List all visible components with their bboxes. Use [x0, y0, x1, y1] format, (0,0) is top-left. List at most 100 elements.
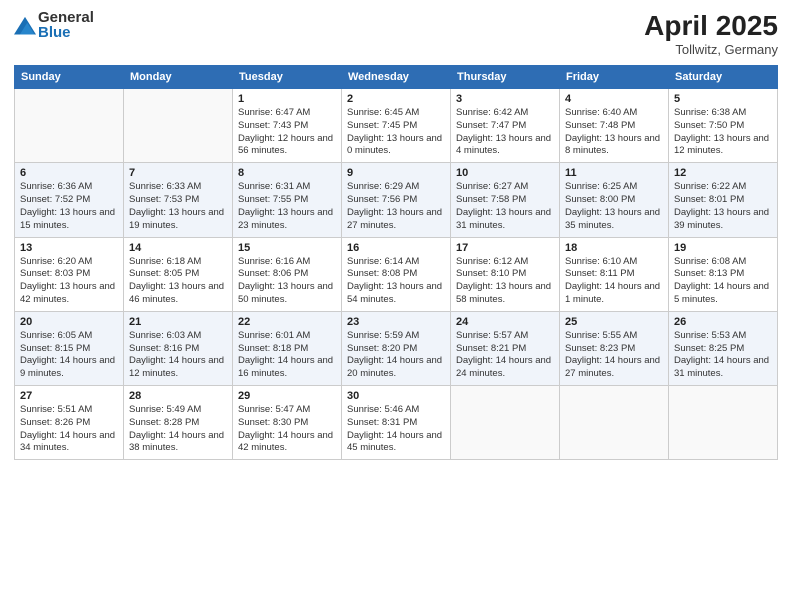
calendar-cell: 7Sunrise: 6:33 AM Sunset: 7:53 PM Daylig… — [124, 163, 233, 237]
col-monday: Monday — [124, 66, 233, 89]
col-wednesday: Wednesday — [342, 66, 451, 89]
day-number: 10 — [456, 167, 554, 179]
day-number: 24 — [456, 316, 554, 328]
col-tuesday: Tuesday — [233, 66, 342, 89]
day-number: 23 — [347, 316, 445, 328]
calendar-cell: 30 Sunrise: 5:46 AM Sunset: 8:31 PM Dayli… — [342, 386, 451, 460]
day-info: Sunrise: 5:51 AM Sunset: 8:26 PM Dayligh… — [20, 404, 118, 455]
calendar-cell: 15 Sunrise: 6:16 AM Sunset: 8:06 PM Dayli… — [233, 237, 342, 311]
day-number: 5 — [674, 93, 772, 105]
calendar-cell: 23 Sunrise: 5:59 AM Sunset: 8:20 PM Dayli… — [342, 311, 451, 385]
day-info: Sunrise: 5:55 AM Sunset: 8:23 PM Dayligh… — [565, 330, 663, 381]
calendar-cell: 26 Sunrise: 5:53 AM Sunset: 8:25 PM Dayli… — [669, 311, 778, 385]
calendar-cell: 19 Sunrise: 6:08 AM Sunset: 8:13 PM Dayli… — [669, 237, 778, 311]
col-friday: Friday — [560, 66, 669, 89]
day-number: 26 — [674, 316, 772, 328]
day-info: Sunrise: 6:42 AM Sunset: 7:47 PM Dayligh… — [456, 107, 554, 158]
calendar-cell: 1Sunrise: 6:47 AM Sunset: 7:43 PM Daylig… — [233, 89, 342, 163]
calendar-cell: 3 Sunrise: 6:42 AM Sunset: 7:47 PM Daylig… — [451, 89, 560, 163]
week-row-4: 20 Sunrise: 6:05 AM Sunset: 8:15 PM Dayli… — [15, 311, 778, 385]
calendar-cell: 27 Sunrise: 5:51 AM Sunset: 8:26 PM Dayli… — [15, 386, 124, 460]
calendar-cell — [15, 89, 124, 163]
day-number: 13 — [20, 242, 118, 254]
day-number: 2 — [347, 93, 445, 105]
day-info: Sunrise: 6:27 AM Sunset: 7:58 PM Dayligh… — [456, 181, 554, 232]
day-number: 16 — [347, 242, 445, 254]
day-number: 21 — [129, 316, 227, 328]
day-info: Sunrise: 6:25 AM Sunset: 8:00 PM Dayligh… — [565, 181, 663, 232]
day-info: Sunrise: 6:31 AM Sunset: 7:55 PM Dayligh… — [238, 181, 336, 232]
week-row-2: 6 Sunrise: 6:36 AM Sunset: 7:52 PM Daylig… — [15, 163, 778, 237]
logo-blue: Blue — [38, 25, 94, 40]
day-number: 9 — [347, 167, 445, 179]
day-number: 7 — [129, 167, 227, 179]
day-info: Sunrise: 6:20 AM Sunset: 8:03 PM Dayligh… — [20, 256, 118, 307]
calendar-cell: 25 Sunrise: 5:55 AM Sunset: 8:23 PM Dayli… — [560, 311, 669, 385]
calendar-cell: 22Sunrise: 6:01 AM Sunset: 8:18 PM Dayli… — [233, 311, 342, 385]
calendar-cell — [560, 386, 669, 460]
calendar-cell: 17 Sunrise: 6:12 AM Sunset: 8:10 PM Dayli… — [451, 237, 560, 311]
day-info: Sunrise: 6:16 AM Sunset: 8:06 PM Dayligh… — [238, 256, 336, 307]
calendar-cell: 20 Sunrise: 6:05 AM Sunset: 8:15 PM Dayli… — [15, 311, 124, 385]
calendar-table: Sunday Monday Tuesday Wednesday Thursday… — [14, 65, 778, 460]
day-number: 15 — [238, 242, 336, 254]
col-thursday: Thursday — [451, 66, 560, 89]
calendar-cell: 18Sunrise: 6:10 AM Sunset: 8:11 PM Dayli… — [560, 237, 669, 311]
col-sunday: Sunday — [15, 66, 124, 89]
week-row-1: 1Sunrise: 6:47 AM Sunset: 7:43 PM Daylig… — [15, 89, 778, 163]
day-info: Sunrise: 6:18 AM Sunset: 8:05 PM Dayligh… — [129, 256, 227, 307]
page: General Blue April 2025 Tollwitz, German… — [0, 0, 792, 612]
calendar-cell: 28Sunrise: 5:49 AM Sunset: 8:28 PM Dayli… — [124, 386, 233, 460]
calendar-cell — [451, 386, 560, 460]
header-row: Sunday Monday Tuesday Wednesday Thursday… — [15, 66, 778, 89]
day-number: 8 — [238, 167, 336, 179]
day-number: 4 — [565, 93, 663, 105]
day-number: 11 — [565, 167, 663, 179]
day-info: Sunrise: 6:47 AM Sunset: 7:43 PM Dayligh… — [238, 107, 336, 158]
day-number: 18 — [565, 242, 663, 254]
day-number: 6 — [20, 167, 118, 179]
day-number: 12 — [674, 167, 772, 179]
calendar-cell: 8 Sunrise: 6:31 AM Sunset: 7:55 PM Daylig… — [233, 163, 342, 237]
calendar-cell: 24Sunrise: 5:57 AM Sunset: 8:21 PM Dayli… — [451, 311, 560, 385]
day-info: Sunrise: 5:59 AM Sunset: 8:20 PM Dayligh… — [347, 330, 445, 381]
day-info: Sunrise: 6:14 AM Sunset: 8:08 PM Dayligh… — [347, 256, 445, 307]
calendar-cell: 4 Sunrise: 6:40 AM Sunset: 7:48 PM Daylig… — [560, 89, 669, 163]
day-info: Sunrise: 6:22 AM Sunset: 8:01 PM Dayligh… — [674, 181, 772, 232]
day-number: 20 — [20, 316, 118, 328]
calendar-cell — [669, 386, 778, 460]
calendar-cell: 2Sunrise: 6:45 AM Sunset: 7:45 PM Daylig… — [342, 89, 451, 163]
day-number: 25 — [565, 316, 663, 328]
logo-icon — [14, 14, 36, 36]
day-info: Sunrise: 6:36 AM Sunset: 7:52 PM Dayligh… — [20, 181, 118, 232]
day-info: Sunrise: 6:05 AM Sunset: 8:15 PM Dayligh… — [20, 330, 118, 381]
day-info: Sunrise: 6:29 AM Sunset: 7:56 PM Dayligh… — [347, 181, 445, 232]
calendar-cell: 13 Sunrise: 6:20 AM Sunset: 8:03 PM Dayli… — [15, 237, 124, 311]
day-number: 3 — [456, 93, 554, 105]
logo-text: General Blue — [38, 10, 94, 40]
calendar-cell: 10 Sunrise: 6:27 AM Sunset: 7:58 PM Dayli… — [451, 163, 560, 237]
day-info: Sunrise: 6:03 AM Sunset: 8:16 PM Dayligh… — [129, 330, 227, 381]
day-info: Sunrise: 6:38 AM Sunset: 7:50 PM Dayligh… — [674, 107, 772, 158]
col-saturday: Saturday — [669, 66, 778, 89]
day-number: 19 — [674, 242, 772, 254]
day-info: Sunrise: 5:46 AM Sunset: 8:31 PM Dayligh… — [347, 404, 445, 455]
calendar-cell: 11 Sunrise: 6:25 AM Sunset: 8:00 PM Dayli… — [560, 163, 669, 237]
calendar-cell: 5 Sunrise: 6:38 AM Sunset: 7:50 PM Daylig… — [669, 89, 778, 163]
week-row-3: 13 Sunrise: 6:20 AM Sunset: 8:03 PM Dayli… — [15, 237, 778, 311]
day-info: Sunrise: 5:47 AM Sunset: 8:30 PM Dayligh… — [238, 404, 336, 455]
logo: General Blue — [14, 10, 94, 40]
day-info: Sunrise: 6:08 AM Sunset: 8:13 PM Dayligh… — [674, 256, 772, 307]
week-row-5: 27 Sunrise: 5:51 AM Sunset: 8:26 PM Dayli… — [15, 386, 778, 460]
day-number: 30 — [347, 390, 445, 402]
calendar-cell: 14Sunrise: 6:18 AM Sunset: 8:05 PM Dayli… — [124, 237, 233, 311]
calendar-cell: 12 Sunrise: 6:22 AM Sunset: 8:01 PM Dayli… — [669, 163, 778, 237]
header: General Blue April 2025 Tollwitz, German… — [14, 10, 778, 57]
day-info: Sunrise: 6:40 AM Sunset: 7:48 PM Dayligh… — [565, 107, 663, 158]
day-info: Sunrise: 5:53 AM Sunset: 8:25 PM Dayligh… — [674, 330, 772, 381]
day-number: 17 — [456, 242, 554, 254]
day-number: 27 — [20, 390, 118, 402]
day-info: Sunrise: 6:12 AM Sunset: 8:10 PM Dayligh… — [456, 256, 554, 307]
calendar-cell: 6 Sunrise: 6:36 AM Sunset: 7:52 PM Daylig… — [15, 163, 124, 237]
day-info: Sunrise: 5:49 AM Sunset: 8:28 PM Dayligh… — [129, 404, 227, 455]
